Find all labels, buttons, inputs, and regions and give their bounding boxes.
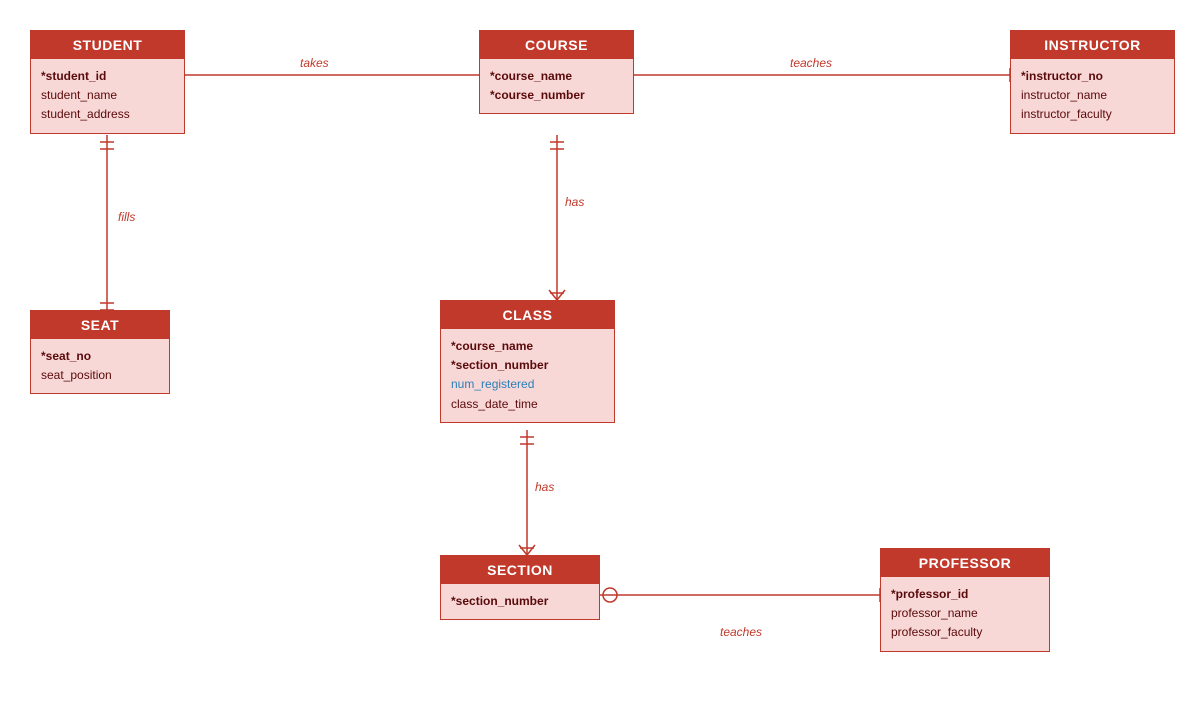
entity-course-header: COURSE: [480, 31, 633, 59]
section-attr-1: *section_number: [451, 592, 589, 611]
label-takes: takes: [300, 56, 329, 70]
instructor-attr-3: instructor_faculty: [1021, 105, 1164, 124]
diagram-canvas: takes teaches fills has has teaches STUD…: [0, 0, 1201, 724]
student-attr-1: *student_id: [41, 67, 174, 86]
label-has-class-section: has: [535, 480, 554, 494]
entity-student-header: STUDENT: [31, 31, 184, 59]
entity-class: CLASS *course_name *section_number num_r…: [440, 300, 615, 423]
instructor-attr-1: *instructor_no: [1021, 67, 1164, 86]
professor-attr-1: *professor_id: [891, 585, 1039, 604]
entity-section-body: *section_number: [441, 584, 599, 619]
label-fills: fills: [118, 210, 135, 224]
entity-section: SECTION *section_number: [440, 555, 600, 620]
entity-professor-header: PROFESSOR: [881, 549, 1049, 577]
student-attr-3: student_address: [41, 105, 174, 124]
seat-attr-2: seat_position: [41, 366, 159, 385]
label-teaches-instructor: teaches: [790, 56, 832, 70]
entity-professor: PROFESSOR *professor_id professor_name p…: [880, 548, 1050, 652]
label-teaches-professor: teaches: [720, 625, 762, 639]
professor-attr-2: professor_name: [891, 604, 1039, 623]
class-attr-4: class_date_time: [451, 395, 604, 414]
entity-section-header: SECTION: [441, 556, 599, 584]
course-attr-2: *course_number: [490, 86, 623, 105]
label-has-course-class: has: [565, 195, 584, 209]
entity-student-body: *student_id student_name student_address: [31, 59, 184, 133]
entity-seat-body: *seat_no seat_position: [31, 339, 169, 393]
entity-class-body: *course_name *section_number num_registe…: [441, 329, 614, 422]
entity-seat: SEAT *seat_no seat_position: [30, 310, 170, 394]
class-attr-2: *section_number: [451, 356, 604, 375]
seat-attr-1: *seat_no: [41, 347, 159, 366]
entity-instructor: INSTRUCTOR *instructor_no instructor_nam…: [1010, 30, 1175, 134]
entity-instructor-header: INSTRUCTOR: [1011, 31, 1174, 59]
entity-instructor-body: *instructor_no instructor_name instructo…: [1011, 59, 1174, 133]
course-attr-1: *course_name: [490, 67, 623, 86]
entity-course-body: *course_name *course_number: [480, 59, 633, 113]
class-attr-3: num_registered: [451, 375, 604, 394]
entity-seat-header: SEAT: [31, 311, 169, 339]
entity-professor-body: *professor_id professor_name professor_f…: [881, 577, 1049, 651]
student-attr-2: student_name: [41, 86, 174, 105]
class-attr-1: *course_name: [451, 337, 604, 356]
entity-class-header: CLASS: [441, 301, 614, 329]
instructor-attr-2: instructor_name: [1021, 86, 1164, 105]
professor-attr-3: professor_faculty: [891, 623, 1039, 642]
entity-course: COURSE *course_name *course_number: [479, 30, 634, 114]
entity-student: STUDENT *student_id student_name student…: [30, 30, 185, 134]
